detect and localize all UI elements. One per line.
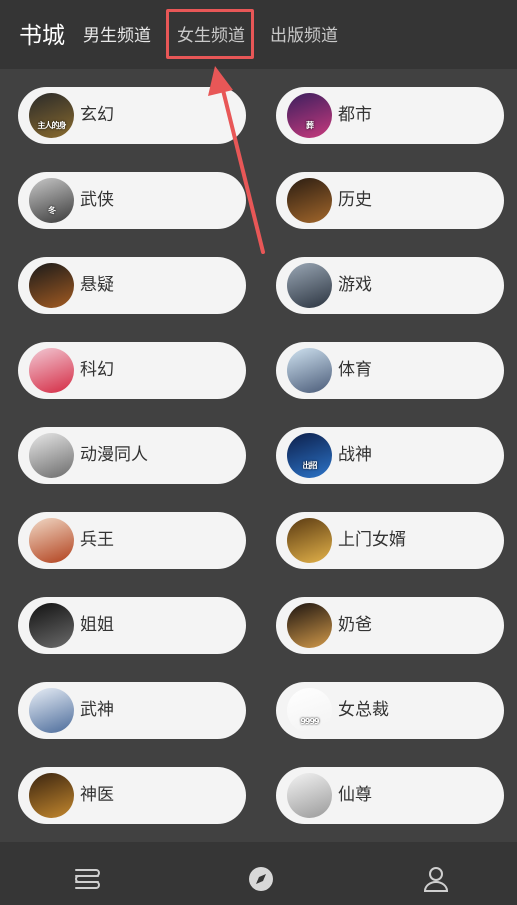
cover-title-text: 冬 bbox=[48, 206, 56, 215]
book-cover-image bbox=[29, 433, 74, 478]
category-pill[interactable]: 游戏 bbox=[276, 257, 504, 314]
category-pill[interactable]: 仙尊 bbox=[276, 767, 504, 824]
book-cover-image: 9999 bbox=[287, 688, 332, 733]
annotation-highlight-box bbox=[166, 9, 254, 59]
category-pill[interactable]: 神医 bbox=[18, 767, 246, 824]
category-pill[interactable]: 9999 女总裁 bbox=[276, 682, 504, 739]
category-pill[interactable]: 动漫同人 bbox=[18, 427, 246, 484]
category-label: 历史 bbox=[338, 190, 372, 210]
category-pill[interactable]: 冬 武侠 bbox=[18, 172, 246, 229]
book-cover-image: 葬 bbox=[287, 93, 332, 138]
category-label: 都市 bbox=[338, 105, 372, 125]
book-cover-image bbox=[287, 518, 332, 563]
category-label: 游戏 bbox=[338, 275, 372, 295]
category-label: 神医 bbox=[80, 785, 114, 805]
category-label: 兵王 bbox=[80, 530, 114, 550]
book-cover-image: 主人的身 bbox=[29, 93, 74, 138]
category-label: 战神 bbox=[338, 445, 372, 465]
cover-title-text: 9999 bbox=[300, 717, 319, 726]
category-label: 女总裁 bbox=[338, 700, 389, 720]
book-cover-image bbox=[29, 348, 74, 393]
category-pill[interactable]: 兵王 bbox=[18, 512, 246, 569]
category-label: 仙尊 bbox=[338, 785, 372, 805]
category-label: 武侠 bbox=[80, 190, 114, 210]
book-cover-image bbox=[287, 348, 332, 393]
tab-male-channel[interactable]: 男生频道 bbox=[83, 24, 151, 48]
category-pill[interactable]: 上门女婿 bbox=[276, 512, 504, 569]
category-pill[interactable]: 悬疑 bbox=[18, 257, 246, 314]
category-label: 武神 bbox=[80, 700, 114, 720]
app-title: 书城 bbox=[19, 23, 65, 49]
category-label: 体育 bbox=[338, 360, 372, 380]
category-pill[interactable]: 葬 都市 bbox=[276, 87, 504, 144]
category-pill[interactable]: 武神 bbox=[18, 682, 246, 739]
book-cover-image bbox=[287, 603, 332, 648]
tab-publishing-channel[interactable]: 出版频道 bbox=[270, 24, 338, 48]
book-cover-image bbox=[29, 518, 74, 563]
category-label: 上门女婿 bbox=[338, 530, 406, 550]
book-cover-image: 出招 bbox=[287, 433, 332, 478]
book-cover-image bbox=[287, 773, 332, 818]
category-pill[interactable]: 历史 bbox=[276, 172, 504, 229]
cover-title-text: 出招 bbox=[302, 461, 318, 470]
category-pill[interactable]: 主人的身 玄幻 bbox=[18, 87, 246, 144]
book-cover-image bbox=[29, 773, 74, 818]
category-label: 玄幻 bbox=[80, 105, 114, 125]
category-pill[interactable]: 奶爸 bbox=[276, 597, 504, 654]
category-label: 动漫同人 bbox=[80, 445, 148, 465]
top-app-bar: 书城 男生频道 女生频道 出版频道 bbox=[0, 0, 517, 69]
book-cover-image bbox=[287, 263, 332, 308]
book-cover-image bbox=[287, 178, 332, 223]
category-label: 科幻 bbox=[80, 360, 114, 380]
profile-icon[interactable] bbox=[421, 864, 451, 894]
category-pill[interactable]: 出招 战神 bbox=[276, 427, 504, 484]
category-grid: 主人的身 玄幻葬 都市冬 武侠 历史 悬疑 游戏 科幻 体育 动漫同人 出招 战神 兵王 上门女婿 姐姐 奶爸… bbox=[0, 69, 517, 842]
compass-icon[interactable] bbox=[246, 864, 276, 894]
bookshelf-icon[interactable] bbox=[72, 864, 102, 894]
cover-title-text: 主人的身 bbox=[37, 121, 67, 130]
cover-title-text: 葬 bbox=[306, 121, 314, 130]
bottom-navigation bbox=[0, 842, 517, 905]
category-pill[interactable]: 姐姐 bbox=[18, 597, 246, 654]
category-pill[interactable]: 体育 bbox=[276, 342, 504, 399]
book-cover-image bbox=[29, 263, 74, 308]
category-label: 奶爸 bbox=[338, 615, 372, 635]
book-cover-image bbox=[29, 603, 74, 648]
book-cover-image: 冬 bbox=[29, 178, 74, 223]
book-cover-image bbox=[29, 688, 74, 733]
category-pill[interactable]: 科幻 bbox=[18, 342, 246, 399]
category-label: 悬疑 bbox=[80, 275, 114, 295]
category-label: 姐姐 bbox=[80, 615, 114, 635]
